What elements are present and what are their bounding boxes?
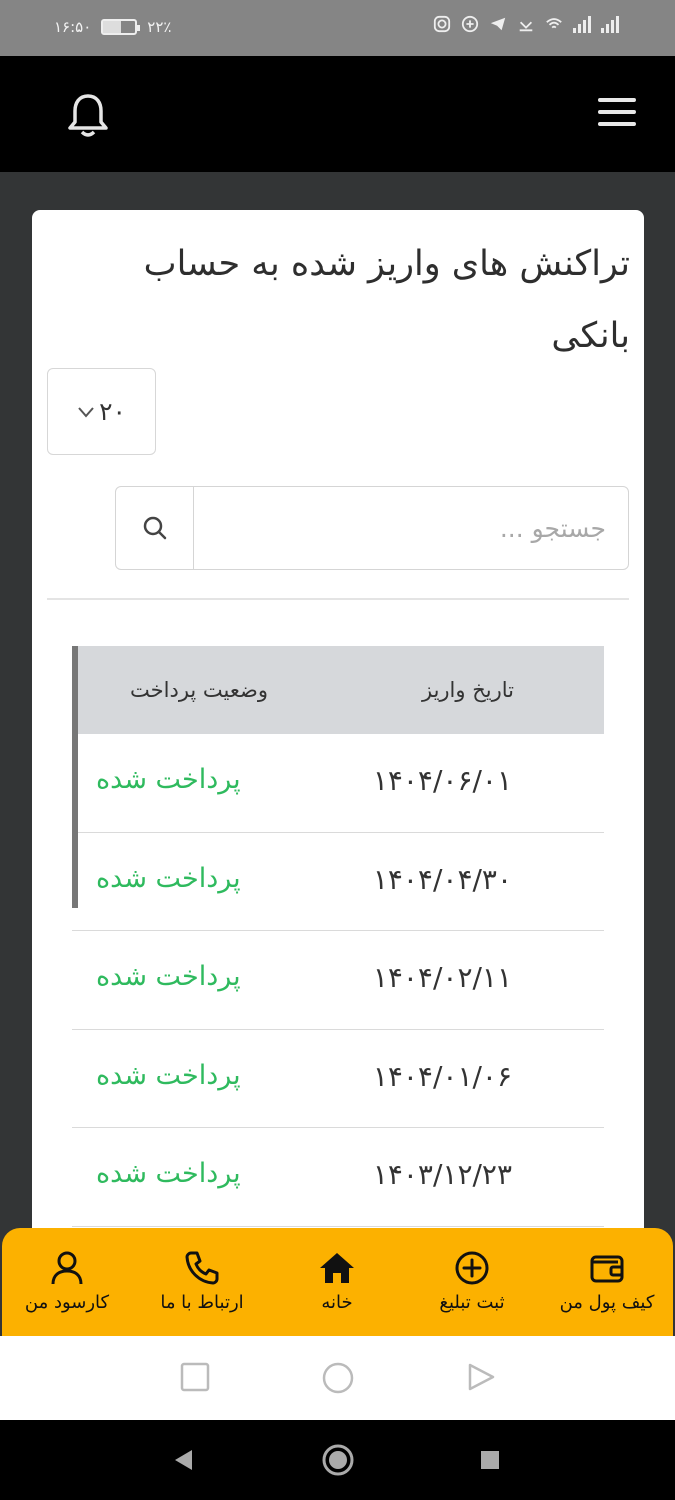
row-date: ۱۴۰۴/۰۴/۳۰ <box>372 862 512 896</box>
row-date: ۱۴۰۴/۰۲/۱۱ <box>372 961 512 994</box>
search-input[interactable] <box>196 487 626 569</box>
home-button-icon[interactable] <box>321 1443 355 1477</box>
nav-add-ad[interactable]: ثبت تبلیغ <box>412 1248 532 1313</box>
chevron-down-icon <box>78 406 94 418</box>
nav-wallet[interactable]: کیف پول من <box>547 1248 667 1313</box>
nav-add-ad-label: ثبت تبلیغ <box>439 1292 505 1313</box>
table-row: ۱۴۰۳/۱۲/۲۳ پرداخت شده <box>72 1128 604 1227</box>
table-header: تاریخ واریز وضعیت پرداخت <box>72 646 604 734</box>
page-title: تراکنش های واریز شده به حساب بانکی <box>143 244 630 356</box>
battery-percent: ۲۲٪ <box>147 18 172 36</box>
status-bar: ۱۶:۵۰ ۲۲٪ <box>0 0 675 56</box>
table-row: ۱۴۰۴/۰۶/۰۱ پرداخت شده <box>72 734 604 833</box>
home-icon <box>320 1253 354 1283</box>
divider <box>47 598 629 600</box>
back-triangle-icon[interactable] <box>466 1362 496 1392</box>
recent-apps-icon[interactable] <box>180 1362 210 1392</box>
row-date: ۱۴۰۳/۱۲/۲۳ <box>372 1158 512 1191</box>
search-bar <box>115 486 629 570</box>
signal-icon-1 <box>573 15 591 33</box>
row-status: پرداخت شده <box>96 1059 241 1091</box>
search-icon <box>143 516 166 540</box>
table-row: ۱۴۰۴/۰۱/۰۶ پرداخت شده <box>72 1030 604 1128</box>
table-row: ۱۴۰۴/۰۴/۳۰ پرداخت شده <box>72 833 604 931</box>
nav-contact[interactable]: ارتباط با ما <box>142 1248 262 1313</box>
row-date: ۱۴۰۴/۰۱/۰۶ <box>372 1059 512 1093</box>
phone-icon <box>185 1251 219 1285</box>
table-row: ۱۴۰۴/۰۲/۱۱ پرداخت شده <box>72 931 604 1030</box>
transactions-table: تاریخ واریز وضعیت پرداخت ۱۴۰۴/۰۶/۰۱ پردا… <box>72 646 604 1227</box>
back-icon[interactable] <box>172 1448 194 1472</box>
table-scrollbar[interactable] <box>72 646 78 908</box>
system-nav-dark <box>0 1420 675 1500</box>
system-nav-light <box>0 1336 675 1420</box>
row-status: پرداخت شده <box>96 862 241 894</box>
hamburger-icon[interactable] <box>598 98 636 130</box>
browser-icon <box>461 15 479 33</box>
bottom-nav: کیف پول من ثبت تبلیغ خانه ارتباط با ما ک… <box>2 1228 673 1336</box>
row-date: ۱۴۰۴/۰۶/۰۱ <box>372 764 512 797</box>
header-date: تاریخ واریز <box>421 678 514 702</box>
nav-profile-label: کارسود من <box>24 1292 110 1313</box>
search-button[interactable] <box>116 487 194 569</box>
overview-icon[interactable] <box>480 1450 500 1470</box>
transactions-card: تراکنش های واریز شده به حساب بانکی ۲۰ تا… <box>32 210 644 1310</box>
status-time: ۱۶:۵۰ <box>54 18 92 36</box>
wallet-icon <box>590 1255 624 1283</box>
signal-icon-2 <box>601 15 619 33</box>
nav-wallet-label: کیف پول من <box>559 1292 655 1313</box>
nav-profile[interactable]: کارسود من <box>7 1248 127 1313</box>
plus-circle-icon <box>455 1251 489 1285</box>
app-bar <box>0 56 675 172</box>
user-icon <box>51 1251 83 1285</box>
row-status: پرداخت شده <box>96 1158 241 1189</box>
nav-home-label: خانه <box>321 1292 353 1313</box>
instagram-icon <box>433 15 451 33</box>
page-size-select[interactable]: ۲۰ <box>47 368 156 455</box>
home-circle-icon[interactable] <box>321 1361 355 1395</box>
download-icon <box>519 21 533 32</box>
telegram-icon <box>490 17 506 31</box>
page-size-value: ۲۰ <box>99 397 126 426</box>
status-right <box>433 15 619 33</box>
row-status: پرداخت شده <box>96 764 241 795</box>
nav-contact-label: ارتباط با ما <box>160 1292 244 1313</box>
wifi-icon <box>546 18 562 29</box>
nav-home[interactable]: خانه <box>277 1248 397 1313</box>
battery-icon <box>101 19 141 35</box>
bell-icon[interactable] <box>66 92 110 140</box>
status-left: ۱۶:۵۰ ۲۲٪ <box>54 18 171 36</box>
row-status: پرداخت شده <box>96 961 241 992</box>
header-status: وضعیت پرداخت <box>130 678 268 702</box>
